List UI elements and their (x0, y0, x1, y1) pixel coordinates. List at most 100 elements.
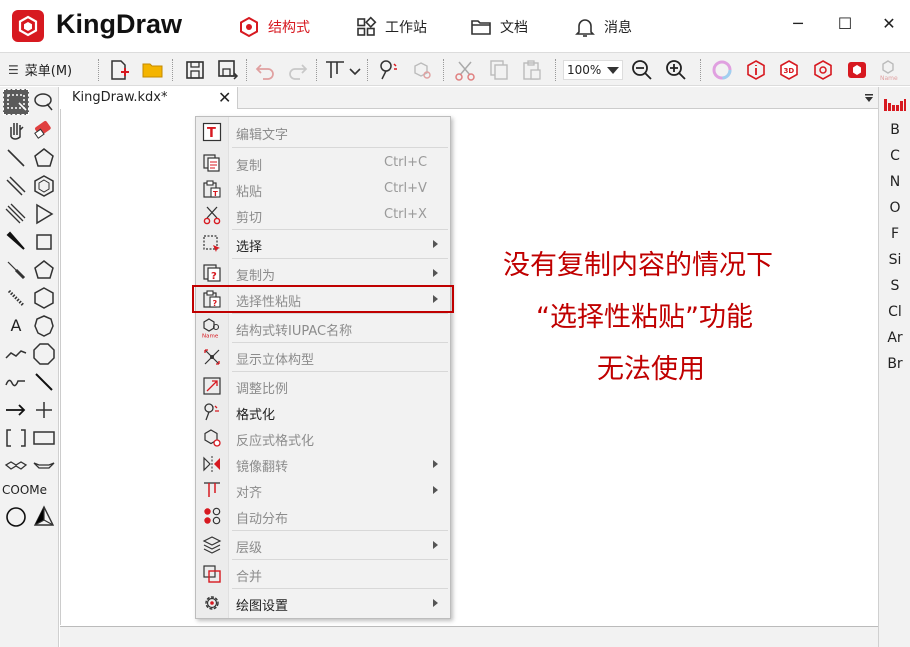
tab-list-menu-icon[interactable] (864, 92, 874, 107)
single-bond-icon[interactable] (3, 145, 29, 171)
reaction-format-icon[interactable] (410, 58, 434, 82)
menu-item-scale[interactable]: 调整比例 (196, 373, 450, 399)
open-folder-icon[interactable] (141, 58, 165, 82)
pentagon-icon[interactable] (31, 257, 57, 283)
chair-conformation-icon[interactable] (3, 453, 29, 479)
menu-separator (232, 559, 448, 560)
tetrahedron-icon[interactable] (31, 504, 57, 530)
hash-bond-icon[interactable] (3, 285, 29, 311)
save-icon[interactable] (183, 58, 207, 82)
menu-item-merge[interactable]: 合并 (196, 561, 450, 587)
wedge-bond-icon[interactable] (3, 229, 29, 255)
maximize-button[interactable]: ☐ (832, 12, 858, 36)
functional-group-cooh[interactable]: COOMe (2, 483, 58, 497)
menu-item-format[interactable]: 格式化 (196, 399, 450, 425)
zoom-select[interactable]: 100% (563, 60, 623, 80)
new-file-icon[interactable] (107, 58, 131, 82)
bold-wedge-icon[interactable] (3, 257, 29, 283)
element-b[interactable]: B (879, 122, 910, 138)
paste-icon[interactable] (520, 58, 544, 82)
menu-item-copy-as[interactable]: ? 复制为 (196, 260, 450, 286)
element-o[interactable]: O (879, 200, 910, 216)
element-cl[interactable]: Cl (879, 304, 910, 320)
svg-text:?: ? (211, 271, 217, 282)
hexagon-icon[interactable] (31, 285, 57, 311)
document-tab[interactable]: KingDraw.kdx* ✕ (60, 87, 238, 109)
lasso-select-icon[interactable] (31, 89, 57, 115)
element-si[interactable]: Si (879, 252, 910, 268)
element-f[interactable]: F (879, 226, 910, 242)
text-tool-icon[interactable]: A (3, 313, 29, 339)
redo-icon[interactable] (286, 58, 310, 82)
menu-item-auto-distribute[interactable]: 自动分布 (196, 503, 450, 529)
square-icon[interactable] (31, 229, 57, 255)
format-icon[interactable] (377, 58, 401, 82)
menu-item-layer[interactable]: 层级 (196, 532, 450, 558)
query-icon[interactable] (811, 58, 835, 82)
close-tab-icon[interactable]: ✕ (218, 88, 231, 107)
save-as-icon[interactable] (216, 58, 240, 82)
cut-icon[interactable] (453, 58, 477, 82)
boat-conformation-icon[interactable] (31, 453, 57, 479)
element-br[interactable]: Br (879, 356, 910, 372)
drawing-canvas[interactable] (60, 109, 878, 625)
name-to-structure-icon[interactable]: Name (879, 58, 903, 82)
submenu-arrow-icon (433, 599, 438, 607)
heptagon-icon[interactable] (31, 313, 57, 339)
image-recognition-icon[interactable] (845, 58, 869, 82)
zoom-out-icon[interactable] (630, 58, 654, 82)
menu-item-reaction-format[interactable]: 反应式格式化 (196, 425, 450, 451)
brackets-icon[interactable] (3, 425, 29, 451)
triple-bond-icon[interactable] (3, 201, 29, 227)
chain-icon[interactable] (3, 341, 29, 367)
nav-workspace-tab[interactable]: 工作站 (355, 14, 427, 40)
double-bond-icon[interactable] (3, 173, 29, 199)
element-s[interactable]: S (879, 278, 910, 294)
chevron-down-icon[interactable] (349, 66, 361, 81)
menu-item-select[interactable]: 选择 (196, 231, 450, 257)
close-window-button[interactable]: ✕ (876, 12, 902, 36)
workspace-grid-icon (357, 16, 377, 36)
menu-item-mirror-flip[interactable]: 镜像翻转 (196, 451, 450, 477)
copy-icon[interactable] (487, 58, 511, 82)
cyclopentane-icon[interactable] (31, 145, 57, 171)
copy-as-icon: ? (202, 263, 222, 283)
circle-icon[interactable] (3, 504, 29, 530)
rectangle-shape-icon[interactable] (31, 425, 57, 451)
element-n[interactable]: N (879, 174, 910, 190)
line-icon[interactable] (31, 369, 57, 395)
menu-item-edit-text[interactable]: T 编辑文字 (196, 119, 450, 145)
arrow-icon[interactable] (3, 397, 29, 423)
menu-item-paste[interactable]: T 粘贴 Ctrl+V (196, 176, 450, 202)
element-c[interactable]: C (879, 148, 910, 164)
3d-view-icon[interactable]: 3D (777, 58, 801, 82)
nav-structure-tab[interactable]: 结构式 (238, 14, 310, 40)
menu-item-drawing-settings[interactable]: 绘图设置 (196, 590, 450, 616)
menu-item-align[interactable]: 对齐 (196, 477, 450, 503)
hand-pan-icon[interactable] (3, 117, 29, 143)
svg-text:Name: Name (202, 334, 219, 339)
periodic-table-icon[interactable] (884, 97, 906, 115)
rectangle-select-icon[interactable] (3, 89, 29, 115)
element-ar[interactable]: Ar (879, 330, 910, 346)
zoom-in-icon[interactable] (664, 58, 688, 82)
plus-icon[interactable] (31, 397, 57, 423)
triangle-play-icon[interactable] (31, 201, 57, 227)
undo-icon[interactable] (253, 58, 277, 82)
curve-arrow-icon[interactable] (3, 369, 29, 395)
annotation-line-3: 无法使用 (597, 354, 705, 385)
eraser-icon[interactable] (31, 117, 57, 143)
menu-item-copy[interactable]: 复制 Ctrl+C (196, 150, 450, 176)
octagon-icon[interactable] (31, 341, 57, 367)
color-wheel-icon[interactable] (710, 58, 734, 82)
benzene-ring-icon[interactable] (31, 173, 57, 199)
nav-documents-tab[interactable]: 文档 (470, 14, 528, 40)
menu-item-cut[interactable]: 剪切 Ctrl+X (196, 202, 450, 228)
info-icon[interactable] (744, 58, 768, 82)
align-top-icon[interactable] (323, 58, 347, 82)
menu-item-to-iupac[interactable]: Name 结构式转IUPAC名称 (196, 315, 450, 341)
menu-item-show-stereo[interactable]: 显示立体构型 (196, 344, 450, 370)
minimize-button[interactable]: ─ (785, 12, 811, 36)
menu-button[interactable]: ☰ 菜单(M) (8, 60, 72, 80)
nav-messages-tab[interactable]: 消息 (574, 14, 632, 40)
